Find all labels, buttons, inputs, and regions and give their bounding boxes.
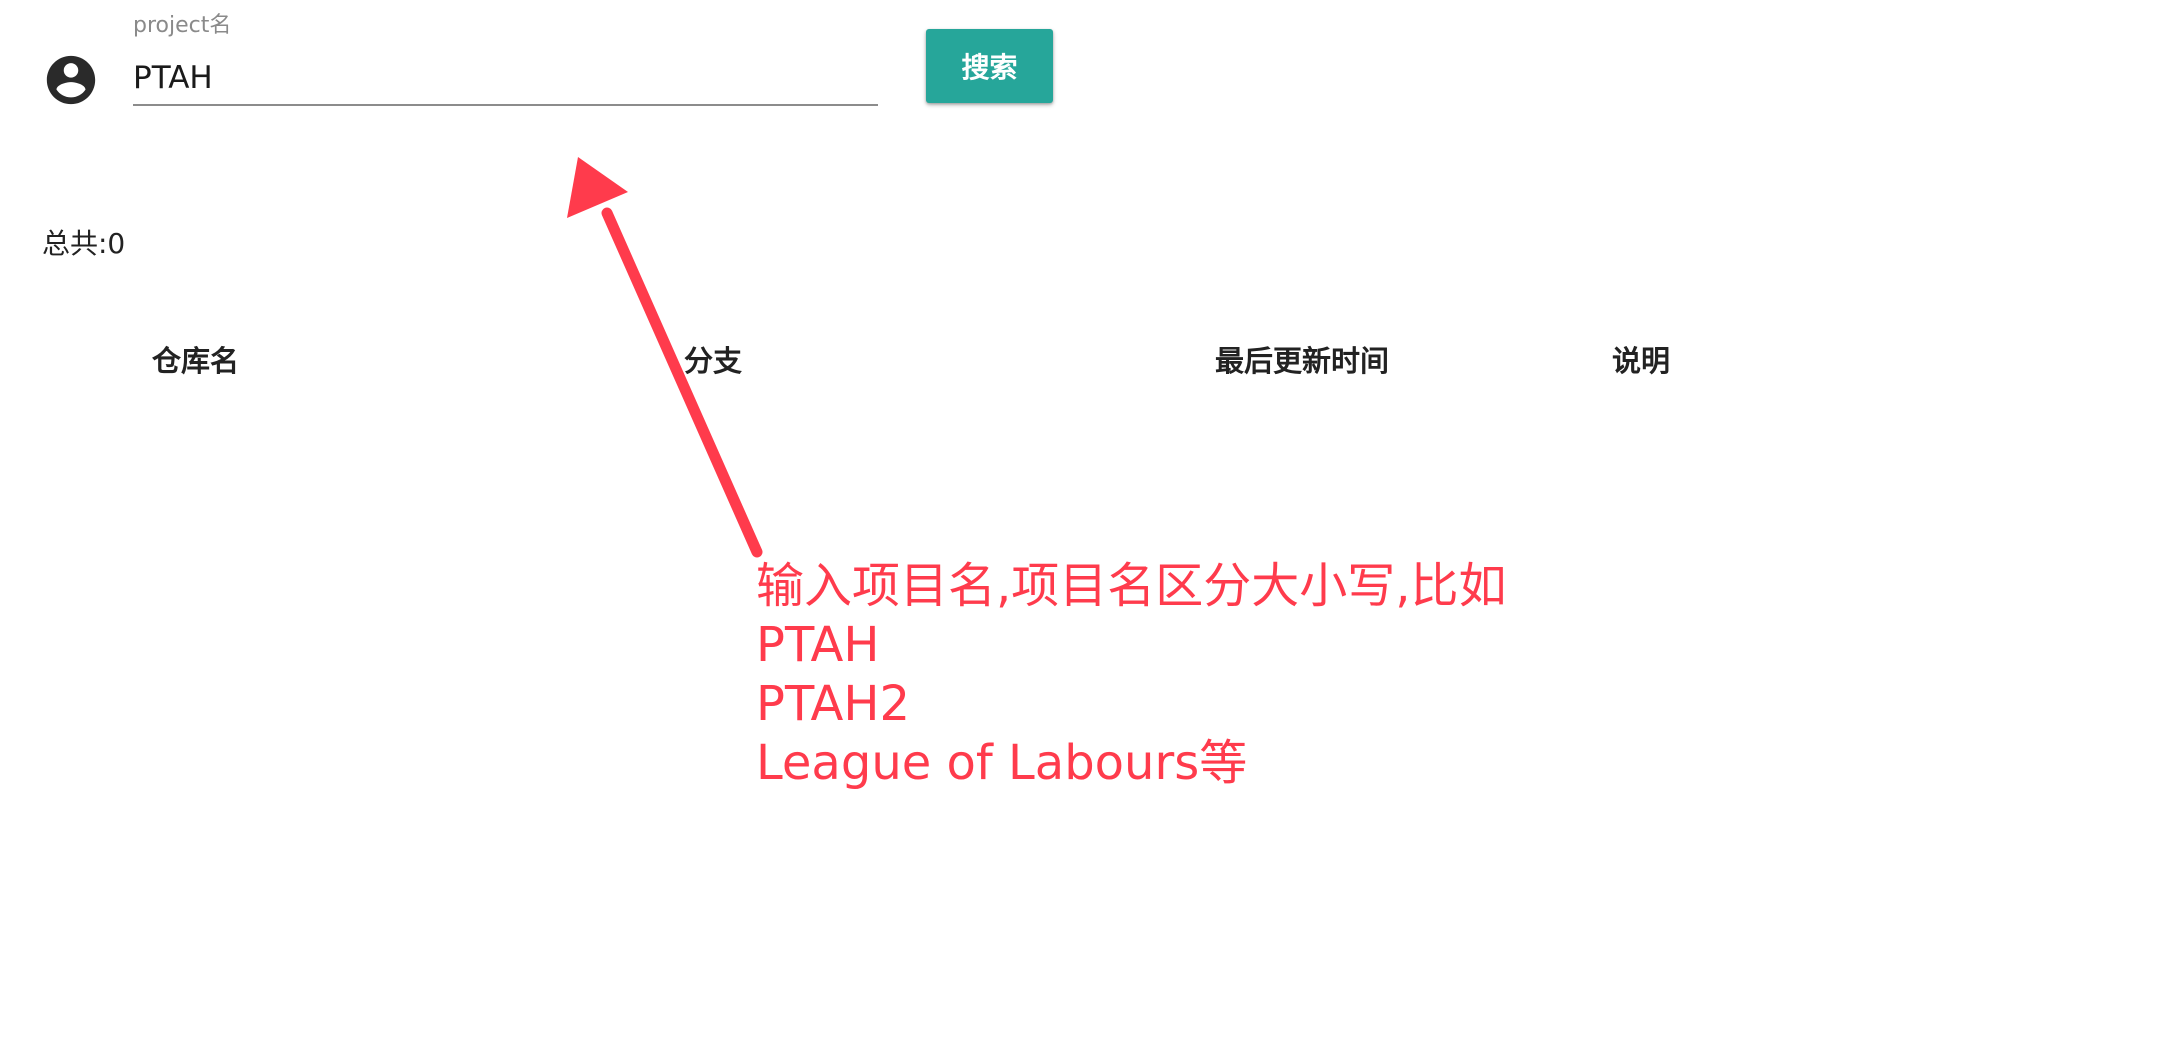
total-count: 总共:0 (42, 227, 126, 260)
search-button[interactable]: 搜索 (926, 29, 1053, 103)
column-header-repository: 仓库名 (152, 344, 240, 378)
annotation-text: 输入项目名,项目名区分大小写,比如 PTAH PTAH2 League of L… (756, 557, 1507, 793)
column-header-last-updated: 最后更新时间 (1215, 344, 1390, 378)
annotation-line: PTAH2 (756, 676, 911, 732)
column-header-description: 说明 (1612, 344, 1671, 378)
column-header-branch: 分支 (684, 344, 743, 378)
annotation-line: PTAH (756, 617, 880, 673)
annotation-line: 输入项目名,项目名区分大小写,比如 (756, 558, 1507, 614)
account-circle-icon (46, 55, 96, 105)
annotation-arrow-icon (567, 157, 763, 558)
project-name-input[interactable] (133, 52, 878, 106)
annotation-line: League of Labours等 (756, 735, 1248, 791)
project-name-label: project名 (133, 13, 232, 38)
